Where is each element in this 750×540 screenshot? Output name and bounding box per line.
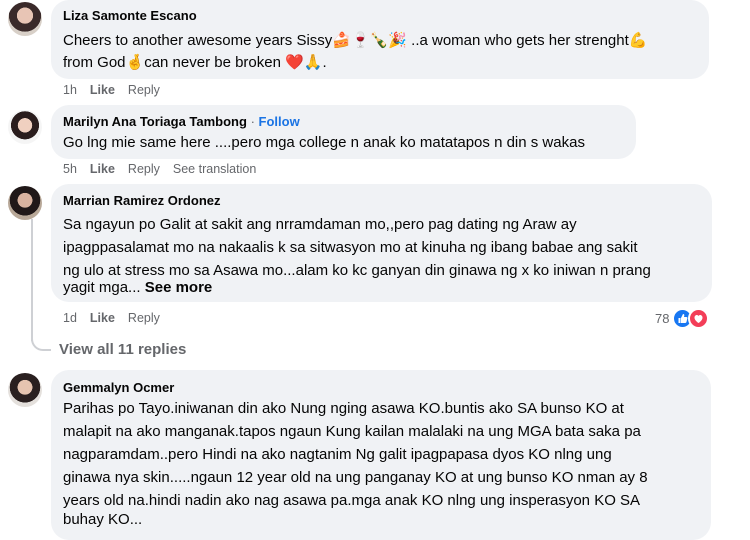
comment-text-line: nagparamdam..pero Hindi na ako nagtanim … — [63, 446, 612, 463]
comment-text-line: ipagppasalamat mo na nakaalis k sa sitwa… — [63, 239, 638, 256]
comment-author-row: Marilyn Ana Toriaga Tambong · Follow — [63, 114, 300, 129]
comment-text-line: Cheers to another awesome years Sissy🍰🍷🍾… — [63, 32, 648, 49]
avatar[interactable] — [8, 2, 42, 36]
comment-time[interactable]: 1h — [63, 83, 77, 97]
comment-text-line: from God🤞can never be broken ❤️🙏. — [63, 54, 327, 71]
comment-author[interactable]: Marrian Ramirez Ordonez — [63, 193, 221, 208]
reaction-count[interactable]: 78 — [655, 311, 669, 326]
thread-curve — [31, 329, 51, 351]
comment-text-line: Sa ngayun po Galit at sakit ang nrramdam… — [63, 216, 577, 233]
comment-text-last-line: yagit mga... See more — [63, 276, 212, 299]
reply-button[interactable]: Reply — [128, 311, 160, 325]
see-translation-link[interactable]: See translation — [173, 162, 256, 176]
avatar[interactable] — [8, 373, 42, 407]
comment-actions: 5h Like Reply See translation — [63, 162, 269, 176]
separator-dot: · — [250, 114, 255, 129]
reply-button[interactable]: Reply — [128, 162, 160, 176]
comment-text-line: buhay KO... — [63, 511, 143, 528]
comment-text-line: Parihas po Tayo.iniwanan din ako Nung ng… — [63, 400, 624, 417]
comment-text-line: Go lng mie same here ....pero mga colleg… — [63, 134, 585, 151]
comment-time[interactable]: 1d — [63, 311, 77, 325]
comment-text-line: years old na.hindi nadin ako nag asawa p… — [63, 492, 641, 509]
like-button[interactable]: Like — [90, 162, 115, 176]
comment-text-line: ginawa nya skin.....ngaun 12 year old na… — [63, 469, 648, 486]
comment-actions: 1h Like Reply — [63, 83, 173, 97]
reply-button[interactable]: Reply — [128, 83, 160, 97]
follow-button[interactable]: Follow — [259, 114, 300, 129]
like-button[interactable]: Like — [90, 83, 115, 97]
avatar[interactable] — [8, 110, 42, 144]
comment-text-line: yagit mga... — [63, 279, 141, 296]
like-button[interactable]: Like — [90, 311, 115, 325]
comment-author[interactable]: Liza Samonte Escano — [63, 8, 197, 23]
comment-actions: 1d Like Reply — [63, 311, 173, 325]
love-icon — [688, 308, 709, 329]
comment-text-line: malapit na ako manganak.tapos ngaun Kung… — [63, 423, 641, 440]
comment-time[interactable]: 5h — [63, 162, 77, 176]
comment-author[interactable]: Marilyn Ana Toriaga Tambong — [63, 114, 247, 129]
view-replies-link[interactable]: View all 11 replies — [59, 341, 186, 358]
avatar[interactable] — [8, 186, 42, 220]
thread-line — [31, 219, 33, 341]
comment-author[interactable]: Gemmalyn Ocmer — [63, 380, 174, 395]
see-more-link[interactable]: See more — [145, 279, 213, 296]
